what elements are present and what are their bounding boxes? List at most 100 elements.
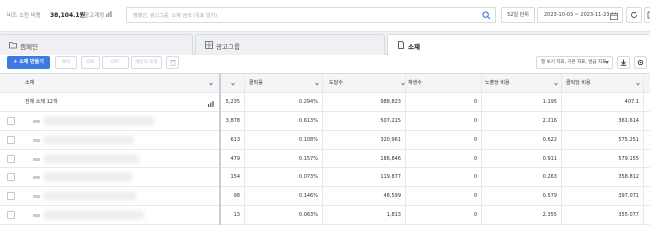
row-checkbox[interactable] bbox=[7, 211, 15, 219]
budget-adjust-button[interactable]: 예산의 조정 bbox=[131, 56, 162, 69]
creative-name-redacted[interactable] bbox=[44, 117, 154, 125]
columns-dropdown-value: 열 보기 지표, 기본 지표, 발급 지표 bbox=[541, 60, 607, 65]
table-cell: 0 bbox=[473, 174, 477, 181]
table-cell: 358.812 bbox=[618, 174, 639, 181]
gear-icon bbox=[637, 59, 644, 66]
creative-name-redacted[interactable] bbox=[44, 135, 134, 144]
tab-creative[interactable]: 소재 bbox=[387, 34, 650, 56]
table-cell: 0 bbox=[473, 212, 477, 218]
creative-thumbnail bbox=[33, 157, 40, 161]
col-header-plays: 재생수 bbox=[408, 80, 422, 86]
columns-dropdown[interactable]: 열 보기 지표, 기본 지표, 발급 지표 bbox=[536, 56, 613, 69]
summary-value: 407.1 bbox=[624, 99, 639, 105]
sort-icon[interactable] bbox=[636, 82, 640, 86]
top-bar: 비즈 소진 비용 38,104.1원 광고계정 캠페인, 광고그룹, 소재 검색… bbox=[0, 0, 650, 32]
table-cell: 154 bbox=[230, 174, 240, 181]
tab-campaign[interactable]: 캠페인 bbox=[0, 34, 193, 55]
sort-icon[interactable] bbox=[209, 82, 213, 86]
creative-name-redacted[interactable] bbox=[44, 154, 139, 163]
table-cell: 2.355 bbox=[542, 212, 557, 218]
table-cell: 0.622 bbox=[542, 136, 557, 143]
document-icon bbox=[398, 41, 404, 49]
col-header-reach: 도달수 bbox=[329, 80, 343, 86]
search-icon[interactable] bbox=[482, 11, 491, 20]
level-tabs: 캠페인 광고그룹 소재 bbox=[0, 32, 650, 56]
table-cell: 0 bbox=[473, 136, 477, 143]
table-row[interactable]: 479 0.157% 186,846 0 0.911 579.155 bbox=[0, 150, 650, 169]
sort-icon[interactable] bbox=[554, 82, 558, 86]
creative-name-redacted[interactable] bbox=[44, 173, 132, 182]
delete-button[interactable] bbox=[166, 56, 179, 69]
column-divider bbox=[643, 74, 644, 225]
row-checkbox[interactable] bbox=[7, 173, 15, 182]
summary-value: 0.294% bbox=[298, 99, 318, 105]
tab-campaign-label: 캠페인 bbox=[20, 43, 38, 51]
column-divider bbox=[322, 74, 323, 225]
table-cell: 1,813 bbox=[386, 212, 401, 218]
table-row[interactable]: 98 0.146% 48,599 0 0.579 397.071 bbox=[0, 187, 650, 206]
period-select[interactable]: 52일 단위 bbox=[501, 7, 535, 23]
table-cell: 3,878 bbox=[225, 118, 240, 124]
frozen-column-divider[interactable] bbox=[219, 74, 221, 225]
tab-adgroup[interactable]: 광고그룹 bbox=[195, 34, 385, 55]
bar-chart-icon bbox=[106, 11, 112, 17]
table-cell: 355.077 bbox=[618, 212, 639, 218]
table-header: 소재 클릭률 도달수 재생수 노출당 비용 클릭당 비용 bbox=[0, 74, 650, 93]
table-cell: 0.146% bbox=[298, 193, 318, 200]
sort-icon[interactable] bbox=[315, 82, 319, 86]
download-button[interactable] bbox=[617, 56, 630, 69]
settings-button[interactable] bbox=[634, 56, 647, 69]
sort-icon[interactable] bbox=[231, 82, 235, 86]
table-cell: 0.911 bbox=[542, 155, 557, 162]
off-button[interactable]: OFF bbox=[102, 56, 129, 69]
create-creative-button[interactable]: + 소재 만들기 bbox=[7, 56, 50, 69]
table-row[interactable]: 613 0.108% 320,961 0 0.622 575.251 bbox=[0, 131, 650, 150]
row-checkbox[interactable] bbox=[7, 117, 15, 125]
table-cell: 0.157% bbox=[298, 155, 318, 162]
calendar-icon bbox=[610, 12, 618, 20]
more-options-button[interactable] bbox=[644, 7, 650, 23]
table-cell: 0.613% bbox=[298, 118, 318, 124]
row-checkbox[interactable] bbox=[7, 154, 15, 163]
tab-adgroup-label: 광고그룹 bbox=[216, 43, 240, 51]
table-row[interactable]: 3,878 0.613% 507,215 0 2.216 361.614 bbox=[0, 112, 650, 131]
table-cell: 186,846 bbox=[380, 155, 401, 162]
more-icon bbox=[647, 11, 650, 19]
table-cell: 0.073% bbox=[298, 174, 318, 181]
table-cell: 0.579 bbox=[542, 193, 557, 200]
column-divider bbox=[481, 74, 482, 225]
summary-value: 988,823 bbox=[380, 99, 401, 105]
balance-value: 38,104.1원 bbox=[50, 12, 86, 19]
creative-thumbnail bbox=[33, 176, 40, 180]
tab-creative-label: 소재 bbox=[408, 43, 420, 51]
table-row[interactable]: 154 0.073% 119,877 0 0.263 358.812 bbox=[0, 168, 650, 188]
table-cell: 0 bbox=[473, 193, 477, 200]
row-checkbox[interactable] bbox=[7, 192, 15, 201]
date-range-picker[interactable]: 2023-10-03 ~ 2023-11-23 bbox=[537, 7, 623, 23]
creative-thumbnail bbox=[33, 195, 40, 199]
on-button[interactable]: ON bbox=[81, 56, 100, 69]
bar-chart-icon[interactable] bbox=[208, 101, 214, 107]
table-row[interactable]: 13 0.063% 1,813 0 2.355 355.077 bbox=[0, 206, 650, 225]
summary-value: 0 bbox=[473, 99, 477, 105]
copy-button[interactable]: 복사 bbox=[55, 56, 77, 69]
row-checkbox[interactable] bbox=[7, 135, 15, 144]
table-cell: 0 bbox=[473, 118, 477, 124]
download-icon bbox=[620, 59, 627, 66]
col-header-cpc: 클릭당 비용 bbox=[566, 80, 591, 86]
date-range-text: 2023-10-03 ~ 2023-11-23 bbox=[544, 12, 610, 18]
table-cell: 613 bbox=[230, 136, 240, 143]
grid-folder-icon bbox=[205, 41, 213, 49]
search-input[interactable]: 캠페인, 광고그룹, 소재 검색 (목표 일치) bbox=[126, 7, 496, 23]
table-cell: 2.216 bbox=[542, 118, 557, 124]
table-cell: 0.063% bbox=[298, 212, 318, 218]
creative-thumbnail bbox=[33, 138, 40, 142]
table-cell: 575.251 bbox=[618, 136, 639, 143]
creative-name-redacted[interactable] bbox=[44, 211, 144, 219]
balance-label: 비즈 소진 비용 bbox=[7, 13, 41, 19]
creative-name-redacted[interactable] bbox=[44, 192, 136, 201]
column-divider bbox=[561, 74, 562, 225]
summary-label: 전체 소재 12개 bbox=[25, 99, 58, 105]
table-cell: 48,599 bbox=[383, 193, 402, 200]
refresh-button[interactable] bbox=[626, 7, 642, 23]
